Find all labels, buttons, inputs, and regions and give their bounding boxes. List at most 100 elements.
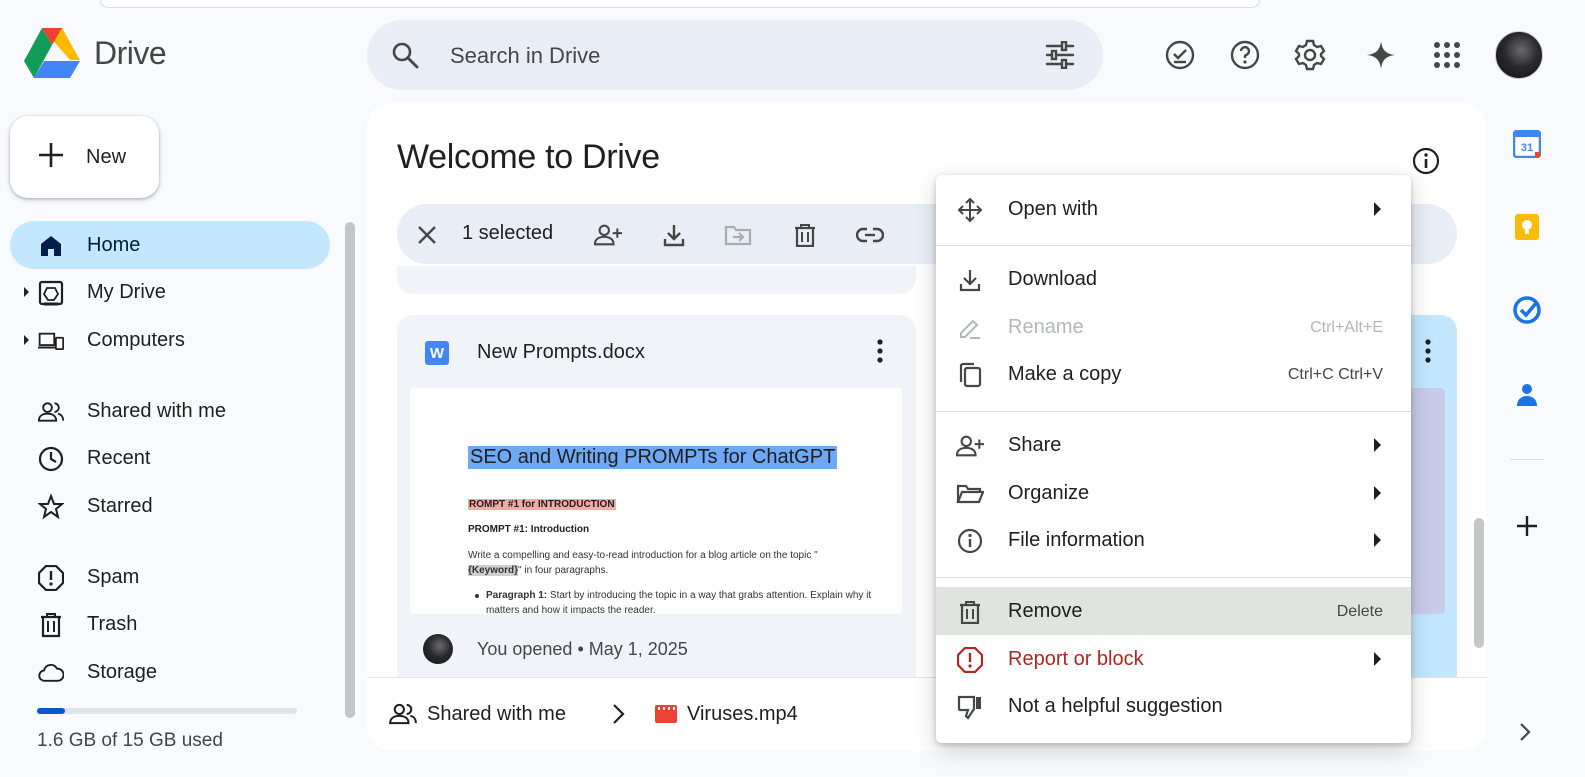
- my-drive-icon: [38, 280, 64, 306]
- avatar[interactable]: [1495, 31, 1543, 79]
- menu-item-label: Remove: [1008, 600, 1083, 622]
- info-icon: [956, 527, 984, 555]
- sidebar-item-my-drive[interactable]: My Drive: [10, 268, 330, 316]
- organize-icon: [956, 480, 984, 508]
- word-file-icon: W: [425, 341, 449, 365]
- plus-icon: [38, 142, 64, 173]
- sidebar-item-label: Spam: [87, 565, 140, 588]
- tasks-icon[interactable]: [1513, 296, 1541, 324]
- menu-item-open-with[interactable]: Open with: [936, 185, 1411, 233]
- search-options-icon[interactable]: [1045, 40, 1075, 74]
- chevron-right-icon: [611, 703, 625, 730]
- link-icon[interactable]: [856, 221, 884, 249]
- menu-item-label: Report or block: [1008, 648, 1144, 670]
- expand-caret-icon[interactable]: [24, 335, 29, 345]
- location-file-link[interactable]: Viruses.mp4: [687, 703, 798, 726]
- menu-item-file-information[interactable]: File information: [936, 516, 1411, 564]
- more-options-icon[interactable]: [1425, 339, 1431, 368]
- sidebar-item-label: Recent: [87, 446, 151, 469]
- video-file-icon: [655, 703, 677, 728]
- more-options-icon[interactable]: [877, 339, 883, 368]
- main-scrollbar[interactable]: [1474, 518, 1484, 648]
- preview-heading: PROMPT #1: Introduction: [468, 524, 590, 535]
- browser-top-strip: [100, 0, 1260, 8]
- keep-icon[interactable]: [1513, 213, 1541, 241]
- menu-item-remove[interactable]: Remove Delete: [936, 587, 1411, 635]
- trash-icon: [956, 598, 984, 626]
- submenu-arrow-icon: [1374, 202, 1381, 216]
- file-preview-thumbnail[interactable]: SEO and Writing PROMPTs for ChatGPT ROMP…: [410, 388, 902, 614]
- context-menu: Open with Download Rename Ctrl+Alt+E Mak…: [936, 175, 1411, 743]
- cloud-icon: [38, 660, 64, 686]
- settings-icon[interactable]: [1290, 35, 1330, 75]
- menu-item-make-a-copy[interactable]: Make a copy Ctrl+C Ctrl+V: [936, 350, 1411, 398]
- submenu-arrow-icon: [1374, 533, 1381, 547]
- sidebar-item-spam[interactable]: Spam: [10, 553, 330, 601]
- clock-icon: [38, 446, 64, 472]
- new-button-label: New: [86, 145, 127, 168]
- search-icon[interactable]: [391, 41, 419, 74]
- side-panel-divider: [1510, 459, 1544, 460]
- computers-icon: [38, 328, 64, 354]
- download-icon[interactable]: [660, 221, 688, 249]
- help-icon[interactable]: [1225, 35, 1265, 75]
- sidebar-item-computers[interactable]: Computers: [10, 316, 330, 364]
- add-icon[interactable]: [1513, 512, 1541, 540]
- sidebar-item-home[interactable]: Home: [10, 221, 330, 269]
- sidebar-item-storage[interactable]: Storage: [10, 648, 330, 696]
- close-icon[interactable]: [413, 221, 441, 249]
- sidebar-scrollbar[interactable]: [345, 222, 355, 718]
- gemini-sparkle-icon[interactable]: [1361, 35, 1401, 75]
- expand-caret-icon[interactable]: [24, 287, 29, 297]
- open-with-icon: [956, 196, 984, 224]
- search-input[interactable]: Search in Drive: [450, 43, 600, 69]
- menu-item-label: File information: [1008, 529, 1145, 551]
- shared-icon: [389, 703, 417, 730]
- previous-card-edge: [397, 266, 916, 294]
- sidebar-item-label: Starred: [87, 494, 153, 517]
- sidebar-item-recent[interactable]: Recent: [10, 434, 330, 482]
- drive-logo-icon: [24, 28, 80, 78]
- menu-item-label: Not a helpful suggestion: [1008, 695, 1223, 717]
- menu-item-label: Rename: [1008, 316, 1084, 338]
- menu-item-organize[interactable]: Organize: [936, 469, 1411, 517]
- details-info-icon[interactable]: [1412, 147, 1440, 180]
- sidebar-item-label: Storage: [87, 660, 158, 683]
- menu-item-not-helpful[interactable]: Not a helpful suggestion: [936, 682, 1411, 730]
- spam-icon: [38, 565, 64, 591]
- trash-icon: [38, 612, 64, 638]
- preview-bullet: Paragraph 1: Start by introducing the to…: [475, 588, 886, 614]
- menu-divider: [936, 577, 1411, 578]
- expand-side-panel-icon[interactable]: [1518, 722, 1532, 747]
- drive-logo[interactable]: Drive: [24, 28, 167, 78]
- menu-item-share[interactable]: Share: [936, 421, 1411, 469]
- storage-usage-text: 1.6 GB of 15 GB used: [37, 730, 223, 751]
- menu-divider: [936, 411, 1411, 412]
- sidebar-item-label: Home: [87, 233, 141, 256]
- submenu-arrow-icon: [1374, 652, 1381, 666]
- sidebar-item-shared-with-me[interactable]: Shared with me: [10, 387, 330, 435]
- apps-grid-icon[interactable]: [1427, 35, 1467, 75]
- share-person-add-icon[interactable]: [594, 221, 622, 249]
- menu-item-label: Make a copy: [1008, 363, 1122, 385]
- sidebar-item-label: Shared with me: [87, 399, 226, 422]
- share-icon: [956, 432, 984, 460]
- sidebar-item-trash[interactable]: Trash: [10, 600, 330, 648]
- new-button[interactable]: New: [10, 116, 159, 198]
- contacts-icon[interactable]: [1513, 380, 1541, 408]
- calendar-icon[interactable]: 31: [1513, 130, 1541, 158]
- offline-ready-icon[interactable]: [1160, 35, 1200, 75]
- trash-icon[interactable]: [791, 221, 819, 249]
- file-preview-thumbnail: [1407, 388, 1445, 614]
- menu-item-download[interactable]: Download: [936, 255, 1411, 303]
- shared-icon: [38, 399, 64, 425]
- sidebar-item-starred[interactable]: Starred: [10, 482, 330, 530]
- menu-item-label: Open with: [1008, 198, 1099, 220]
- search-bar[interactable]: Search in Drive: [367, 20, 1103, 90]
- menu-item-label: Download: [1008, 268, 1097, 290]
- submenu-arrow-icon: [1374, 486, 1381, 500]
- home-icon: [38, 233, 64, 259]
- location-shared-link[interactable]: Shared with me: [427, 703, 566, 726]
- move-to-folder-icon[interactable]: [724, 221, 752, 249]
- menu-item-report-or-block[interactable]: Report or block: [936, 635, 1411, 683]
